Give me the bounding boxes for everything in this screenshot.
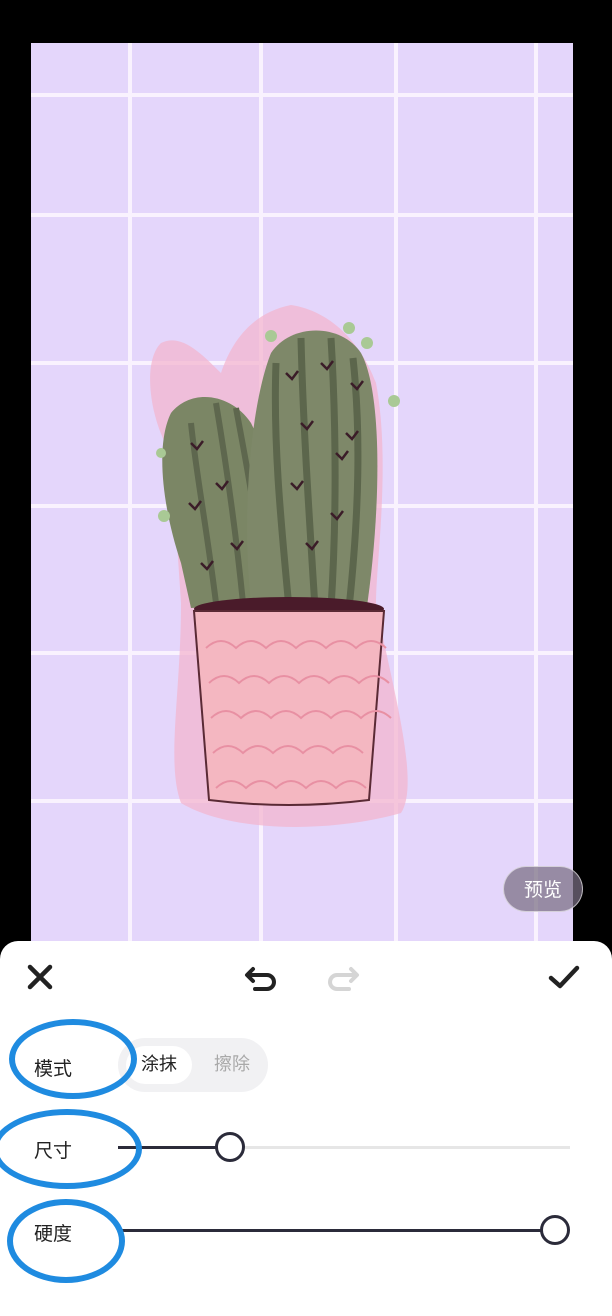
hardness-label: 硬度 (34, 1223, 73, 1245)
mode-option-erase[interactable]: 擦除 (202, 1046, 262, 1084)
size-slider-fill (118, 1146, 231, 1149)
mode-option-smear[interactable]: 涂抹 (126, 1046, 192, 1084)
hardness-slider-fill (118, 1229, 555, 1232)
undo-icon[interactable] (243, 959, 279, 995)
hardness-slider-thumb[interactable] (540, 1215, 570, 1245)
mode-segmented-control: 涂抹 擦除 (118, 1038, 268, 1092)
size-label: 尺寸 (34, 1140, 73, 1162)
check-icon[interactable] (546, 959, 582, 995)
redo-icon[interactable] (325, 959, 361, 995)
size-slider-thumb[interactable] (215, 1132, 246, 1162)
mode-label: 模式 (34, 1058, 73, 1080)
image-canvas[interactable] (31, 43, 573, 943)
preview-button[interactable]: 预览 (503, 866, 583, 912)
brush-settings-panel: 模式 涂抹 擦除 尺寸 硬度 (0, 941, 612, 1316)
cactus-image (31, 43, 573, 943)
close-icon[interactable] (22, 959, 58, 995)
